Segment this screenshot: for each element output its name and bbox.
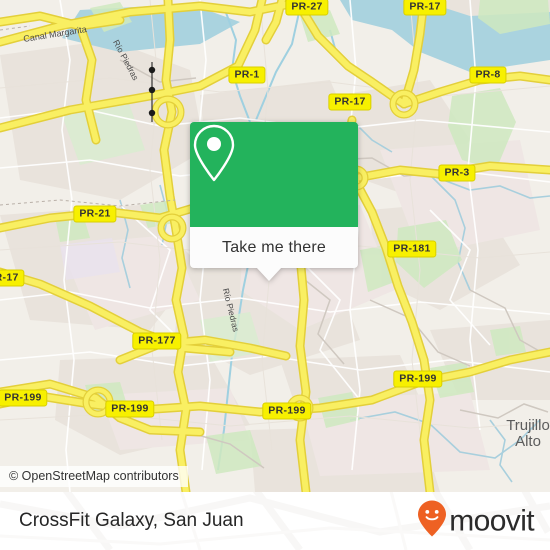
moovit-wordmark: moovit	[449, 504, 534, 537]
moovit-logo: moovit	[417, 500, 535, 543]
callout-icon-area	[190, 122, 358, 227]
map-canvas[interactable]: PR-27 PR-17 PR-1 PR-17 PR-8 PR-3 PR-181 …	[0, 0, 550, 492]
footer-bar: CrossFit Galaxy, San Juan moovit	[0, 492, 550, 550]
map-label-city: Trujillo Alto	[506, 417, 550, 450]
road-shield: PR-181	[387, 240, 437, 258]
road-shield: PR-8	[469, 66, 507, 84]
road-shield: PR-177	[132, 332, 182, 350]
road-shield: PR-199	[262, 402, 312, 420]
take-me-there-label: Take me there	[222, 238, 326, 256]
moovit-place-card: PR-27 PR-17 PR-1 PR-17 PR-8 PR-3 PR-181 …	[0, 0, 550, 550]
destination-callout[interactable]: Take me there	[190, 122, 358, 281]
road-shield: PR-21	[73, 205, 117, 223]
road-shield: PR-1	[228, 66, 266, 84]
moovit-pin-smile-icon	[417, 500, 447, 543]
take-me-there-button[interactable]: Take me there	[190, 227, 358, 281]
road-shield: PR-199	[393, 370, 443, 388]
road-shield: PR-199	[105, 400, 155, 418]
road-shield: PR-199	[0, 389, 48, 407]
map-attribution[interactable]: © OpenStreetMap contributors	[0, 466, 188, 487]
road-shield: PR-3	[438, 164, 476, 182]
road-shield: PR-27	[285, 0, 329, 16]
callout-pointer	[256, 267, 282, 281]
place-title: CrossFit Galaxy, San Juan	[19, 510, 244, 531]
road-shield: PR-17	[0, 269, 25, 287]
road-shield: PR-17	[328, 93, 372, 111]
road-shield: PR-17	[403, 0, 447, 16]
